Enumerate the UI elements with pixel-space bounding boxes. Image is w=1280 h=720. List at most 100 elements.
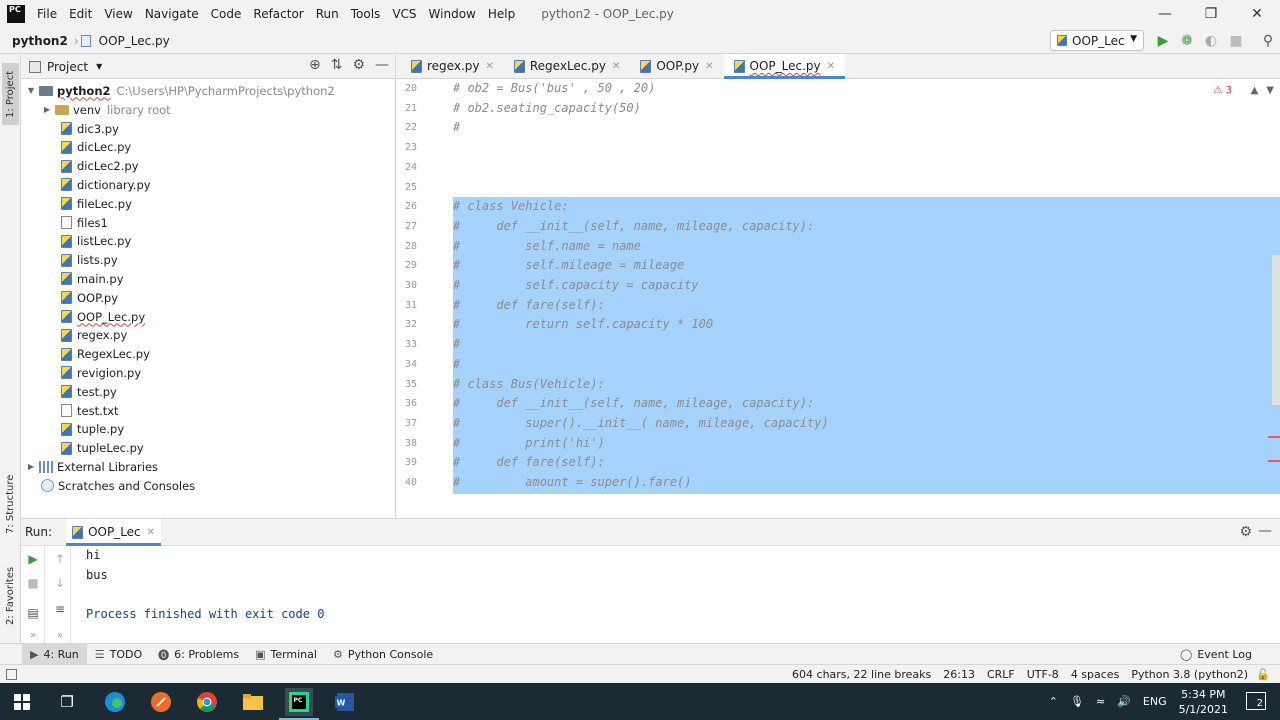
tree-item-external-libraries[interactable]: ▶ External Libraries — [25, 457, 158, 476]
menu-vcs[interactable]: VCS — [386, 7, 422, 21]
edge-icon[interactable] — [101, 688, 129, 716]
stop-icon[interactable]: ■ — [1226, 31, 1246, 51]
tab-oop[interactable]: OOP.py ✕ — [630, 54, 723, 78]
menu-view[interactable]: View — [98, 7, 138, 21]
input-language[interactable]: ENG — [1143, 695, 1167, 708]
menu-refactor[interactable]: Refactor — [247, 7, 309, 21]
tool-tab-python-console[interactable]: ⚙ Python Console — [325, 644, 441, 666]
tree-item-file[interactable]: OOP_Lec.py — [61, 307, 145, 326]
gear-icon[interactable]: ⚙ — [352, 57, 365, 73]
file-explorer-icon[interactable] — [239, 688, 267, 716]
close-icon[interactable]: ✕ — [485, 61, 493, 72]
tree-item-file[interactable]: OOP.py — [61, 288, 118, 307]
tree-item-file[interactable]: regex.py — [61, 326, 127, 345]
tree-item-file[interactable]: dicLec.py — [61, 138, 131, 157]
minimize-icon[interactable]: — — [1142, 0, 1188, 28]
code-area[interactable]: # ob2 = Bus('bus' , 50 , 20) # ob2.seatin… — [453, 79, 1280, 518]
chevron-up-icon[interactable]: ▲ — [1251, 85, 1259, 96]
debug-icon[interactable]: ❁ — [1177, 31, 1197, 51]
more-icon[interactable]: » — [48, 630, 72, 641]
volume-icon[interactable]: 🔊 — [1117, 695, 1131, 708]
clock[interactable]: 5:34 PM 5/1/2021 — [1179, 687, 1228, 717]
stop-icon[interactable]: ■ — [21, 576, 45, 590]
tool-tab-project[interactable]: 1: Project — [2, 63, 19, 125]
tree-item-file[interactable]: files1 — [61, 213, 108, 232]
tree-item-file[interactable]: tuple.py — [61, 420, 124, 439]
tool-tab-structure[interactable]: 7: Structure — [2, 467, 19, 541]
menu-tools[interactable]: Tools — [345, 7, 387, 21]
tab-oop-lec[interactable]: OOP_Lec.py ✕ — [723, 54, 846, 79]
tab-regex[interactable]: regex.py ✕ — [401, 54, 504, 78]
close-icon[interactable]: ✕ — [827, 61, 835, 72]
tray-overflow-icon[interactable]: ⌃ — [1049, 695, 1058, 708]
hide-icon[interactable]: — — [375, 57, 389, 73]
run-icon[interactable]: ▶ — [1153, 31, 1173, 51]
coverage-icon[interactable]: ◐ — [1201, 31, 1221, 51]
chrome-icon[interactable] — [193, 688, 221, 716]
wifi-icon[interactable]: ≈ — [1096, 695, 1105, 708]
more-icon[interactable]: » — [21, 630, 45, 641]
event-log-button[interactable]: ◯ Event Log — [1172, 644, 1260, 666]
tool-tab-terminal[interactable]: ▣ Terminal — [247, 644, 325, 666]
rerun-icon[interactable]: ▶ — [21, 552, 45, 566]
postman-icon[interactable] — [147, 688, 175, 716]
layout-icon[interactable]: ▤ — [21, 606, 45, 620]
menu-run[interactable]: Run — [310, 7, 345, 21]
tool-tab-problems[interactable]: ⓿ 6: Problems — [150, 644, 247, 666]
tree-item-file[interactable]: dictionary.py — [61, 175, 151, 194]
error-marker[interactable] — [1268, 460, 1280, 462]
layout-toggle-icon[interactable] — [6, 668, 17, 680]
tool-tab-favorites[interactable]: 2: Favorites — [2, 561, 19, 631]
close-icon[interactable]: ✕ — [705, 61, 713, 72]
menu-file[interactable]: File — [31, 7, 63, 21]
pycharm-taskbar-icon[interactable]: PC — [279, 688, 319, 720]
tree-item-file[interactable]: main.py — [61, 269, 124, 288]
gear-icon[interactable]: ⚙ — [1239, 524, 1252, 540]
breadcrumb-file[interactable]: OOP_Lec.py — [95, 34, 174, 48]
tree-item-file[interactable]: dicLec2.py — [61, 157, 139, 176]
console-output[interactable]: hi bus Process finished with exit code 0 — [86, 546, 324, 624]
menu-help[interactable]: Help — [482, 7, 521, 21]
collapse-icon[interactable]: ⇅ — [331, 57, 343, 73]
microphone-icon[interactable]: 🎙 — [1070, 695, 1084, 708]
tree-item-file[interactable]: RegexLec.py — [61, 345, 150, 364]
tree-item-file[interactable]: lists.py — [61, 251, 118, 270]
chevron-down-icon[interactable]: ▼ — [96, 62, 102, 71]
tab-regexlec[interactable]: RegexLec.py ✕ — [504, 54, 630, 78]
task-view-icon[interactable]: ❐ — [53, 688, 81, 716]
maximize-icon[interactable]: ❐ — [1188, 0, 1234, 28]
project-panel-title[interactable]: Project — [47, 60, 88, 74]
tree-item-file[interactable]: fileLec.py — [61, 194, 132, 213]
tree-item-file[interactable]: dic3.py — [61, 119, 119, 138]
soft-wrap-icon[interactable]: ≡ — [48, 602, 72, 616]
menu-edit[interactable]: Edit — [63, 7, 98, 21]
run-tab[interactable]: OOP_Lec ✕ — [66, 518, 162, 546]
search-icon[interactable]: ⚲ — [1258, 31, 1278, 51]
tree-item-file[interactable]: listLec.py — [61, 232, 131, 251]
tree-root[interactable]: ▼ python2 C:\Users\HP\PycharmProjects\py… — [25, 81, 335, 100]
close-icon[interactable]: ✕ — [147, 527, 155, 538]
hide-icon[interactable]: — — [1258, 523, 1272, 539]
close-icon[interactable]: ✕ — [1234, 0, 1280, 28]
tree-item-file[interactable]: tupleLec.py — [61, 439, 144, 458]
notifications-icon[interactable]: 2 — [1246, 692, 1266, 710]
lock-icon[interactable]: 🔓 — [1256, 668, 1270, 681]
tree-item-file[interactable]: revigion.py — [61, 363, 141, 382]
menu-code[interactable]: Code — [205, 7, 248, 21]
menu-window[interactable]: Window — [423, 7, 482, 21]
chevron-down-icon[interactable]: ▼ — [1266, 85, 1274, 96]
arrow-down-icon[interactable]: ↓ — [48, 576, 72, 590]
menu-navigate[interactable]: Navigate — [139, 7, 205, 21]
editor-scrollbar[interactable] — [1272, 255, 1280, 405]
status-line-separator[interactable]: CRLF — [987, 668, 1015, 681]
tree-item-scratches[interactable]: Scratches and Consoles — [41, 476, 195, 495]
tree-item-venv[interactable]: ▶ venv library root — [41, 100, 171, 119]
tree-item-file[interactable]: test.txt — [61, 401, 119, 420]
error-marker[interactable] — [1268, 436, 1280, 438]
status-position[interactable]: 26:13 — [943, 668, 975, 681]
breadcrumb-project[interactable]: python2 — [8, 34, 72, 48]
warning-badge[interactable]: ⚠ 3 — [1213, 85, 1232, 96]
arrow-up-icon[interactable]: ↑ — [48, 552, 72, 566]
run-configuration-select[interactable]: OOP_Lec ▼ — [1050, 30, 1144, 51]
locate-icon[interactable]: ⊕ — [309, 57, 321, 73]
